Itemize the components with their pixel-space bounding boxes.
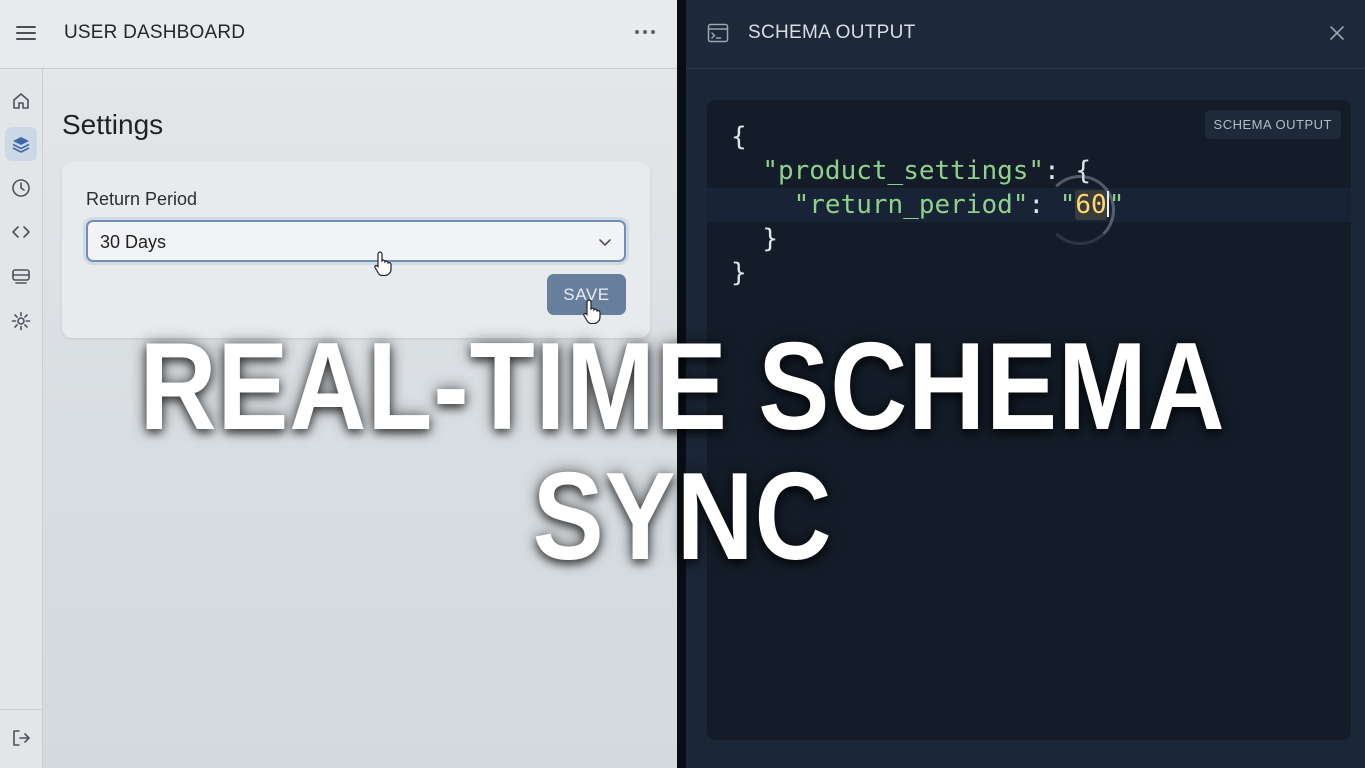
- sync-ring-indicator: [1045, 175, 1115, 245]
- return-period-label: Return Period: [86, 189, 198, 209]
- chevron-down-icon: [599, 239, 611, 247]
- schema-title: SCHEMA OUTPUT: [748, 22, 916, 43]
- schema-output-badge: SCHEMA OUTPUT: [1204, 110, 1341, 139]
- app-title: USER DASHBOARD: [64, 22, 246, 43]
- schema-header: SCHEMA OUTPUT: [686, 0, 1365, 69]
- code-line-4: }: [762, 224, 778, 254]
- return-period-select[interactable]: 30 Days: [86, 220, 626, 262]
- home-icon: [13, 93, 29, 109]
- select-value: 30 Days: [100, 232, 167, 252]
- hamburger-icon[interactable]: [14, 22, 38, 44]
- storage-icon: [12, 269, 30, 284]
- code-line-2: "product_settings": {: [762, 156, 1092, 186]
- code-line-5: }: [731, 258, 747, 288]
- gear-icon: [11, 311, 31, 331]
- layers-icon: [12, 137, 30, 153]
- code-line-1: {: [731, 122, 747, 152]
- terminal-icon: [707, 23, 729, 43]
- page-title: Settings: [62, 109, 164, 140]
- clock-icon: [12, 179, 30, 197]
- code-icon: [12, 226, 30, 238]
- sidebar-item-settings[interactable]: [5, 304, 37, 338]
- sidebar-item-logout[interactable]: [5, 721, 37, 755]
- more-horizontal-icon[interactable]: [632, 22, 658, 42]
- settings-card: Return Period 30 Days SAVE: [62, 162, 650, 338]
- sidebar-item-code[interactable]: [5, 215, 37, 249]
- sidebar-divider: [0, 709, 43, 710]
- sidebar-item-home[interactable]: [5, 84, 37, 118]
- overlay-headline: REAL-TIME SCHEMA SYNC: [139, 318, 1226, 586]
- close-icon[interactable]: [1328, 24, 1346, 42]
- sidebar-item-layers[interactable]: [5, 127, 37, 161]
- sidebar-rail: [0, 69, 43, 768]
- sidebar-item-history[interactable]: [5, 171, 37, 205]
- logout-icon: [13, 730, 30, 746]
- sidebar-item-storage[interactable]: [5, 259, 37, 293]
- pointer-cursor-icon: [374, 251, 392, 276]
- dashboard-header: USER DASHBOARD: [0, 0, 677, 69]
